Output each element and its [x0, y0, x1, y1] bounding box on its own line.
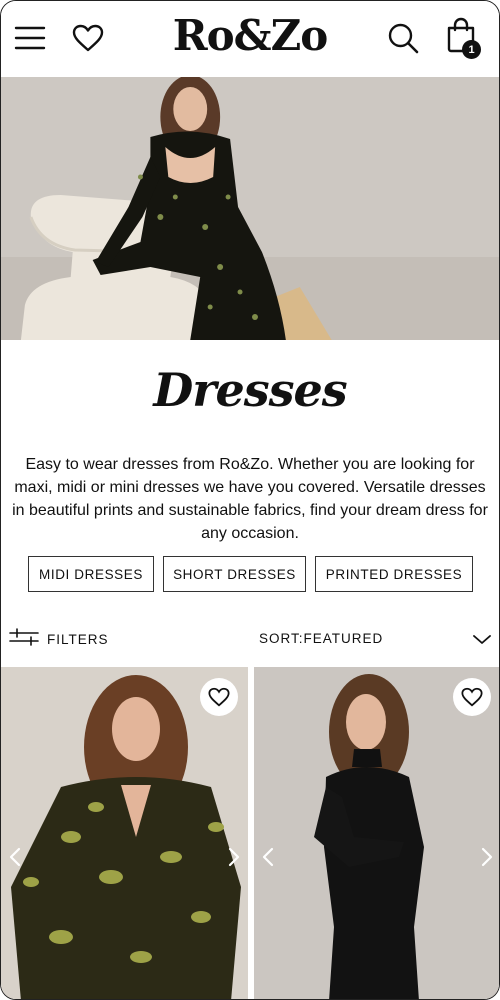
- chevron-right-icon[interactable]: [477, 845, 497, 869]
- page-title: Dresses: [153, 363, 347, 417]
- sliders-icon: [9, 627, 39, 652]
- hero-image: [1, 77, 499, 340]
- chip-midi-dresses[interactable]: MIDI DRESSES: [28, 556, 154, 592]
- heart-icon: [208, 687, 230, 707]
- search-icon[interactable]: [385, 20, 421, 56]
- wishlist-button[interactable]: [200, 678, 238, 716]
- brand-logo[interactable]: Ro&Zo: [1, 11, 499, 60]
- product-image: [254, 667, 499, 999]
- site-header: Ro&Zo 1: [1, 1, 499, 77]
- chevron-left-icon[interactable]: [258, 845, 278, 869]
- filters-button[interactable]: FILTERS: [9, 627, 109, 651]
- category-intro: Easy to wear dresses from Ro&Zo. Whether…: [12, 456, 488, 542]
- chevron-down-icon[interactable]: [471, 629, 493, 649]
- chip-short-dresses[interactable]: SHORT DRESSES: [163, 556, 306, 592]
- sort-dropdown[interactable]: SORT:FEATURED: [259, 631, 383, 646]
- app-frame: Ro&Zo 1 Dresses Easy to wear dresses fro…: [0, 0, 500, 1000]
- product-card[interactable]: [254, 667, 499, 999]
- chevron-right-icon[interactable]: [224, 845, 244, 869]
- chip-printed-dresses[interactable]: PRINTED DRESSES: [315, 556, 473, 592]
- subcategory-chips: MIDI DRESSES SHORT DRESSES PRINTED DRESS…: [1, 556, 499, 592]
- hero-illustration: [1, 77, 499, 340]
- filters-label: FILTERS: [47, 631, 109, 647]
- wishlist-button[interactable]: [453, 678, 491, 716]
- heart-icon: [461, 687, 483, 707]
- bag-icon[interactable]: 1: [441, 17, 481, 59]
- filter-sort-bar: FILTERS SORT:FEATURED: [1, 623, 499, 655]
- product-card[interactable]: [1, 667, 248, 999]
- bag-count-badge: 1: [462, 40, 481, 59]
- chevron-left-icon[interactable]: [5, 845, 25, 869]
- product-image: [1, 667, 248, 999]
